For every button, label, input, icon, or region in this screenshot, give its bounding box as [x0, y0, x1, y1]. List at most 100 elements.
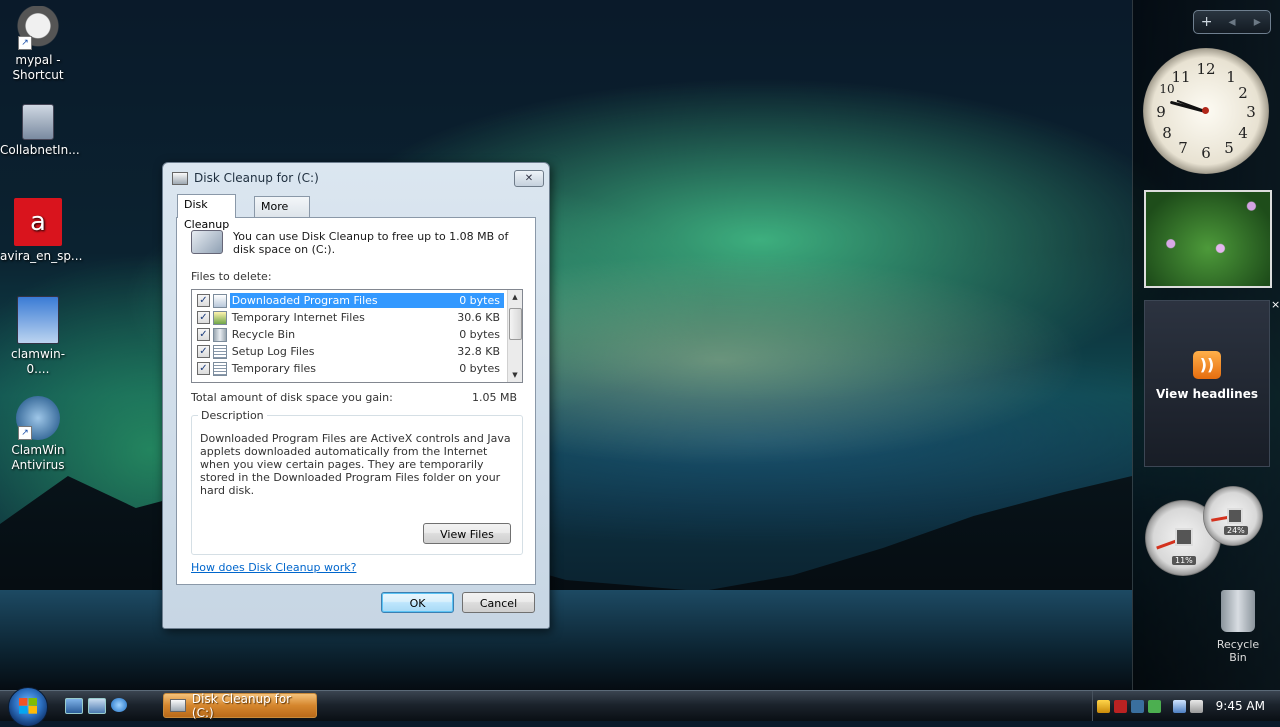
clamwin-icon: ↗ [16, 396, 60, 440]
clock-number: 9 [1156, 103, 1166, 121]
view-headlines-label: View headlines [1155, 387, 1258, 401]
list-item[interactable]: ✓ Downloaded Program Files 0 bytes [194, 292, 504, 309]
scroll-thumb[interactable] [509, 308, 522, 340]
disk-cleanup-dialog: Disk Cleanup for (C:) ✕ Disk Cleanup Mor… [162, 162, 550, 629]
list-item[interactable]: ✓ Setup Log Files 32.8 KB [194, 343, 504, 360]
recycle-bin-icon [1221, 590, 1255, 632]
internet-explorer-icon[interactable] [111, 698, 127, 712]
memory-chip-icon [1227, 508, 1243, 524]
show-desktop-icon[interactable] [65, 698, 83, 714]
scroll-down-icon[interactable]: ▼ [508, 368, 522, 382]
memory-percent: 24% [1224, 526, 1248, 535]
description-label: Description [198, 409, 267, 422]
log-file-icon [212, 344, 227, 359]
desktop-icon-label: mypal - Shortcut [12, 53, 64, 82]
clock-number: 5 [1224, 139, 1234, 157]
disk-cleanup-panel: You can use Disk Cleanup to free up to 1… [176, 217, 536, 585]
desktop-icon-avira[interactable]: a avira_en_sp... [0, 198, 82, 264]
clock-number: 11 [1171, 68, 1191, 86]
description-text: Downloaded Program Files are ActiveX con… [200, 432, 511, 497]
gadget-close-icon[interactable]: × [1271, 298, 1280, 311]
shortcut-arrow-icon: ↗ [18, 426, 32, 440]
desktop-icon-label: ClamWin Antivirus [11, 443, 65, 472]
view-files-button[interactable]: View Files [423, 523, 511, 544]
windows-logo-icon [19, 698, 37, 714]
next-gadgets-button[interactable]: ▸ [1245, 14, 1270, 30]
clock-number: 8 [1162, 124, 1172, 142]
add-gadget-button[interactable]: + [1194, 14, 1219, 30]
file-category-size: 30.6 KB [457, 311, 500, 324]
desktop-icon-clamwin-installer[interactable]: clamwin-0.... [0, 296, 76, 377]
clock-center [1202, 107, 1209, 114]
windows-sidebar: + ◂ ▸ 12 1 2 3 4 5 6 7 8 9 10 11 )) View… [1132, 0, 1280, 690]
clock-number: 6 [1201, 144, 1211, 162]
disk-cleanup-icon [170, 699, 186, 712]
clock-time[interactable]: 9:45 AM [1216, 699, 1265, 713]
tab-more-options[interactable]: More Options [254, 196, 311, 233]
slideshow-gadget[interactable] [1144, 190, 1272, 288]
ok-button[interactable]: OK [381, 592, 454, 613]
clock-gadget[interactable]: 12 1 2 3 4 5 6 7 8 9 10 11 [1143, 48, 1269, 174]
switch-windows-icon[interactable] [88, 698, 106, 714]
desktop-icon-collabnet[interactable]: CollabnetIn... [0, 104, 80, 158]
temp-file-icon [212, 361, 227, 376]
system-tray: 9:45 AM [1092, 691, 1280, 721]
sidebar-tray-icon[interactable] [1148, 699, 1161, 713]
start-button[interactable] [8, 687, 48, 727]
cancel-button[interactable]: Cancel [462, 592, 535, 613]
list-item[interactable]: ✓ Temporary Internet Files 30.6 KB [194, 309, 504, 326]
checkbox[interactable]: ✓ [197, 294, 210, 307]
cpu-percent: 11% [1172, 556, 1196, 565]
desktop-icon-clamwin[interactable]: ↗ ClamWin Antivirus [0, 396, 76, 473]
files-to-delete-list[interactable]: ✓ Downloaded Program Files 0 bytes ✓ Tem… [191, 289, 523, 383]
tab-disk-cleanup[interactable]: Disk Cleanup [177, 194, 237, 231]
computer-icon [22, 104, 54, 140]
dialog-titlebar[interactable]: Disk Cleanup for (C:) [163, 163, 549, 193]
raccoon-icon: ↗ [16, 6, 60, 50]
file-category-name: Temporary files [231, 362, 317, 375]
memory-meter-gadget[interactable]: 24% [1203, 486, 1263, 546]
list-item[interactable]: ✓ Recycle Bin 0 bytes [194, 326, 504, 343]
prev-gadgets-button[interactable]: ◂ [1219, 14, 1244, 30]
recycle-bin-label: Recycle Bin [1216, 638, 1260, 664]
file-category-name: Setup Log Files [231, 345, 315, 358]
file-category-size: 0 bytes [428, 293, 504, 308]
volume-muted-icon[interactable] [1190, 699, 1203, 713]
recycle-bin-icon-container[interactable]: Recycle Bin [1208, 590, 1268, 664]
desktop-icon-label: clamwin-0.... [10, 347, 66, 376]
network-icon[interactable] [1173, 699, 1186, 713]
security-shield-icon[interactable] [1097, 699, 1110, 713]
recycle-bin-icon [212, 327, 227, 342]
disk-cleanup-icon [172, 171, 188, 185]
checkbox[interactable]: ✓ [197, 345, 210, 358]
list-item[interactable]: ✓ Temporary files 0 bytes [194, 360, 504, 377]
list-scrollbar[interactable]: ▲ ▼ [507, 290, 522, 382]
scroll-up-icon[interactable]: ▲ [508, 290, 522, 304]
folder-icon [212, 293, 227, 308]
checkbox[interactable]: ✓ [197, 328, 210, 341]
clock-number: 12 [1196, 60, 1216, 78]
help-link[interactable]: How does Disk Cleanup work? [191, 561, 356, 574]
installer-icon [17, 296, 59, 344]
files-to-delete-label: Files to delete: [191, 270, 272, 283]
desktop-icon-mypal[interactable]: ↗ mypal - Shortcut [0, 6, 76, 83]
avira-umbrella-icon: a [14, 198, 62, 246]
feed-headlines-gadget[interactable]: )) View headlines [1144, 300, 1270, 467]
sidebar-controls: + ◂ ▸ [1193, 10, 1271, 34]
checkbox[interactable]: ✓ [197, 311, 210, 324]
avira-tray-icon[interactable] [1114, 699, 1127, 713]
taskbar-task-label: Disk Cleanup for (C:) [191, 691, 292, 720]
file-category-name: Recycle Bin [231, 328, 296, 341]
clamwin-tray-icon[interactable] [1131, 699, 1144, 713]
clock-number: 2 [1238, 84, 1248, 102]
close-button[interactable]: ✕ [514, 170, 544, 187]
file-category-size: 0 bytes [459, 328, 500, 341]
file-category-name: Temporary Internet Files [231, 311, 365, 324]
total-space-value: 1.05 MB [471, 391, 517, 404]
cpu-chip-icon [1175, 528, 1193, 546]
clock-hour-hand [1169, 100, 1206, 113]
dialog-title: Disk Cleanup for (C:) [194, 171, 319, 185]
taskbar-disk-cleanup-button[interactable]: Disk Cleanup for (C:) [163, 691, 317, 720]
checkbox[interactable]: ✓ [197, 362, 210, 375]
total-space-label: Total amount of disk space you gain: [191, 391, 393, 404]
